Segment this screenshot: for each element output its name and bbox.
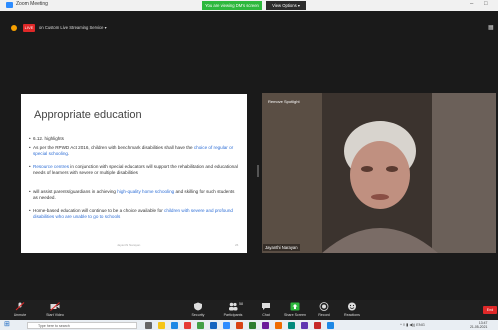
slide-footer: Jayanthi Narayan [117, 243, 141, 247]
windows-start-icon[interactable]: ⊞ [4, 321, 12, 329]
window-title: Zoom Meeting [16, 1, 48, 7]
live-badge: LIVE [23, 24, 35, 32]
start-video-button[interactable]: Start Video [40, 302, 70, 317]
slide-title: Appropriate education [34, 109, 142, 121]
slide-bullet: • As per the RPWD Act 2016, children with… [29, 145, 234, 156]
minimize-icon[interactable]: – [470, 1, 473, 7]
remove-spotlight-label[interactable]: Remove Spotlight [268, 99, 300, 104]
slide-bullet: • will assist parents/guardians in achiev… [29, 189, 235, 200]
word-icon[interactable] [210, 322, 217, 329]
participants-count: 58 [239, 302, 243, 306]
meeting-toolbar: Unmute Start Video Security Participants… [0, 300, 498, 320]
task-view-icon[interactable] [145, 322, 152, 329]
app-icon[interactable] [275, 322, 282, 329]
chat-button[interactable]: Chat [251, 302, 281, 317]
shield-icon [194, 302, 202, 311]
microphone-muted-icon [15, 302, 25, 311]
view-options-button[interactable]: View Options ▾ [266, 1, 306, 10]
reactions-icon [348, 302, 356, 311]
security-button[interactable]: Security [183, 302, 213, 317]
unmute-button[interactable]: Unmute [5, 302, 35, 317]
record-button[interactable]: Record [309, 302, 339, 317]
end-meeting-button[interactable]: End [483, 306, 497, 314]
participants-button[interactable]: Participants [218, 302, 248, 317]
app-icon[interactable] [184, 322, 191, 329]
chat-icon [262, 303, 270, 310]
share-screen-icon [290, 302, 300, 311]
participants-icon [229, 302, 238, 311]
maximize-icon[interactable]: □ [484, 1, 488, 7]
taskbar-clock: 13:47 21-05-2021 [470, 321, 487, 329]
meeting-info-icon[interactable] [11, 25, 17, 31]
slide-bullet: • Resource centres in conjunction with sp… [29, 164, 238, 175]
slide-bullet: • 6.12. highlights [29, 136, 64, 141]
edge-icon[interactable] [171, 322, 178, 329]
reactions-button[interactable]: Reactions [337, 302, 367, 317]
app-icon[interactable] [288, 322, 295, 329]
clock-date: 21-05-2021 [470, 325, 488, 329]
split-view-handle[interactable] [257, 165, 259, 177]
video-off-icon [50, 302, 60, 311]
screen-share-banner: You are viewing DM's screen [202, 1, 262, 10]
excel-icon[interactable] [249, 322, 256, 329]
app-icon[interactable] [301, 322, 308, 329]
slide-page-number: 26 [235, 243, 239, 247]
system-tray-icons[interactable]: ^ ◊ ▮ ◀)) ENG [400, 322, 425, 327]
powerpoint-icon[interactable] [236, 322, 243, 329]
participant-video[interactable] [262, 93, 496, 253]
app-icon[interactable] [327, 322, 334, 329]
chrome-icon[interactable] [197, 322, 204, 329]
record-icon [319, 302, 329, 311]
participant-name-tag: Jayanthi Narayan [263, 244, 300, 251]
share-screen-button[interactable]: Share Screen [280, 302, 310, 317]
taskbar-search-input[interactable]: Type here to search [27, 322, 137, 329]
shared-slide: Appropriate education • 6.12. highlights … [21, 94, 247, 253]
zoom-app-icon [6, 2, 13, 8]
app-icon[interactable] [262, 322, 269, 329]
grid-view-icon[interactable]: ▦ [488, 24, 495, 31]
participant-video-feed [262, 93, 496, 253]
file-explorer-icon[interactable] [158, 322, 165, 329]
zoom-taskbar-icon[interactable] [223, 322, 230, 329]
live-stream-dropdown[interactable]: on Custom Live Streaming Service ▾ [39, 25, 107, 30]
app-icon[interactable] [314, 322, 321, 329]
slide-bullet: • Home-based education will continue to b… [29, 208, 233, 219]
